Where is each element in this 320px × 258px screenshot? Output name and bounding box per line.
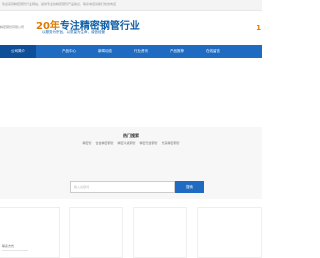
contact-panel: 联系方式 bbox=[0, 207, 60, 258]
site-subtitle: 以服务为宗旨，以质量为生命，诚信经营 bbox=[42, 30, 105, 34]
content-panel bbox=[197, 207, 262, 258]
divider bbox=[2, 250, 28, 251]
nav-item-message[interactable]: 在线留言 bbox=[195, 45, 231, 58]
main-nav: 首页 公司简介 产品中心 新闻动态 行业资讯 产品推荐 在线留言 bbox=[0, 45, 262, 58]
contact-panel-label: 联系方式 bbox=[2, 244, 15, 248]
nav-item-recommend[interactable]: 产品推荐 bbox=[159, 45, 195, 58]
hot-tag[interactable]: 精密无缝钢管 bbox=[139, 141, 157, 145]
hot-search-title: 热门搜索 bbox=[123, 133, 139, 138]
hot-tag[interactable]: 光亮精密钢管 bbox=[161, 141, 179, 145]
nav-item-products[interactable]: 产品中心 bbox=[51, 45, 87, 58]
company-name: 精密钢管有限公司 bbox=[0, 25, 25, 29]
content-panel bbox=[69, 207, 123, 258]
nav-item-industry[interactable]: 行业资讯 bbox=[123, 45, 159, 58]
nav-item-news[interactable]: 新闻动态 bbox=[87, 45, 123, 58]
hot-tag[interactable]: 合金精密钢管 bbox=[96, 141, 114, 145]
hot-search-section: 热门搜索 精密管 合金精密钢管 精密冷拔钢管 精密无缝钢管 光亮精密钢管 搜索 bbox=[0, 127, 262, 199]
hot-search-tags: 精密管 合金精密钢管 精密冷拔钢管 精密无缝钢管 光亮精密钢管 bbox=[0, 141, 262, 145]
top-bar-text: 欢迎来到精密钢管行业网站，提供专业的精密钢管产品信息，联系电话请拨打热线电话 bbox=[2, 2, 117, 6]
site-header: 精密钢管有限公司 20年专注精密钢管行业 以服务为宗旨，以质量为生命，诚信经营 … bbox=[0, 11, 262, 45]
content-panel bbox=[133, 207, 187, 258]
hotline-number: 1 bbox=[256, 24, 261, 32]
hot-tag[interactable]: 精密冷拔钢管 bbox=[117, 141, 135, 145]
nav-item-about[interactable]: 公司简介 bbox=[0, 45, 36, 58]
search-input[interactable] bbox=[70, 181, 175, 193]
search-button[interactable]: 搜索 bbox=[175, 181, 204, 193]
hot-tag[interactable]: 精密管 bbox=[83, 141, 92, 145]
top-bar: 欢迎来到精密钢管行业网站，提供专业的精密钢管产品信息，联系电话请拨打热线电话 bbox=[0, 0, 262, 11]
